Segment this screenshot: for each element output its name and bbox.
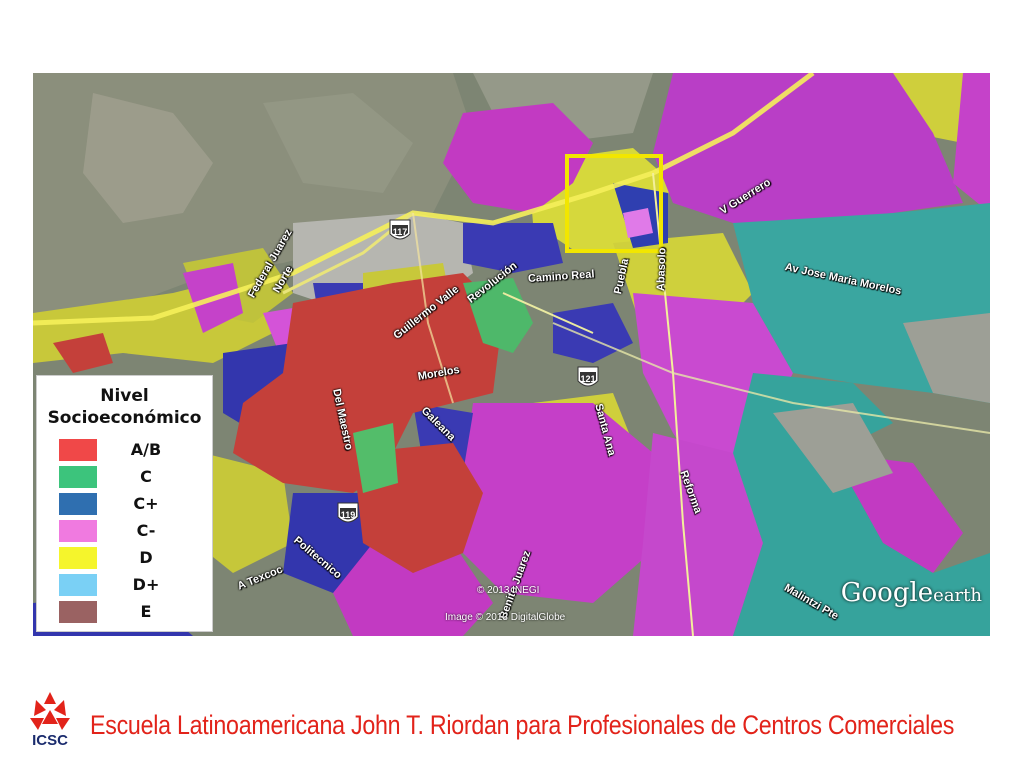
map-legend: Nivel Socioeconómico A/B C C+ C- D D+ E	[36, 375, 213, 632]
legend-swatch	[59, 493, 97, 515]
highway-shield-121: 121	[576, 365, 600, 391]
legend-swatch	[59, 466, 97, 488]
footer: ICSC Escuela Latinoamericana John T. Rio…	[0, 688, 1024, 758]
credit-digitalglobe: Image © 2013 DigitalGlobe	[445, 612, 566, 623]
icsc-logo: ICSC	[26, 688, 74, 750]
highway-shield-117: 117	[388, 218, 412, 244]
legend-swatch	[59, 520, 97, 542]
credit-inegi: © 2013 INEGI	[477, 585, 540, 596]
legend-swatch	[59, 439, 97, 461]
legend-swatch	[59, 574, 97, 596]
legend-item-c-minus: C-	[59, 520, 209, 542]
legend-item-d: D	[59, 547, 209, 569]
legend-title: Nivel Socioeconómico	[47, 386, 202, 428]
google-earth-logo: Googleearth	[840, 578, 982, 608]
legend-item-d-plus: D+	[59, 574, 209, 596]
school-name: Escuela Latinoamericana John T. Riordan …	[90, 710, 955, 740]
legend-swatch	[59, 601, 97, 623]
street-label-abasolo: Abasolo	[655, 247, 669, 292]
highway-shield-119: 119	[336, 501, 360, 527]
legend-item-c: C	[59, 466, 209, 488]
legend-item-a-b: A/B	[59, 439, 209, 461]
legend-item-e: E	[59, 601, 209, 623]
legend-item-c-plus: C+	[59, 493, 209, 515]
legend-swatch	[59, 547, 97, 569]
highlight-box	[565, 154, 663, 253]
icsc-logo-text: ICSC	[32, 732, 68, 749]
